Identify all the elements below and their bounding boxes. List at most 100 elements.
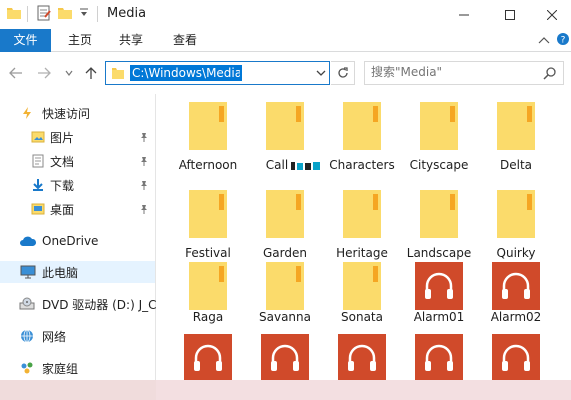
- properties-icon[interactable]: [36, 5, 52, 24]
- audio-file-item[interactable]: Alarm01: [401, 262, 477, 344]
- new-folder-icon[interactable]: [57, 5, 73, 24]
- star-icon: [20, 106, 34, 120]
- redaction-icon: [291, 162, 320, 170]
- item-name: Delta: [499, 158, 532, 172]
- item-name: Festival: [185, 246, 231, 260]
- headphones-icon[interactable]: [338, 334, 386, 380]
- folder-icon: [420, 190, 458, 238]
- pin-icon[interactable]: [139, 203, 149, 217]
- item-name: Landscape: [406, 246, 472, 260]
- nav-onedrive[interactable]: OneDrive: [0, 230, 155, 252]
- nav-this-pc[interactable]: 此电脑: [0, 261, 155, 283]
- pictures-folder-icon: [31, 130, 45, 144]
- forward-button[interactable]: [35, 64, 53, 82]
- up-button[interactable]: [82, 64, 100, 82]
- close-button[interactable]: [533, 0, 571, 29]
- item-name: Raga: [192, 310, 224, 324]
- headphones-icon[interactable]: [492, 334, 540, 380]
- recent-locations-icon[interactable]: [60, 64, 78, 82]
- documents-folder-icon: [31, 154, 45, 168]
- folder-icon: [343, 190, 381, 238]
- help-icon[interactable]: ?: [556, 32, 570, 49]
- folder-item[interactable]: Savanna: [247, 262, 323, 344]
- folder-icon: [266, 262, 304, 310]
- item-name: Savanna: [259, 310, 311, 324]
- network-icon: [20, 329, 34, 343]
- address-bar[interactable]: [105, 61, 330, 85]
- search-box[interactable]: [364, 61, 564, 85]
- pin-icon[interactable]: [139, 131, 149, 145]
- downloads-folder-icon: [31, 178, 45, 192]
- item-name: Afternoon: [178, 158, 238, 172]
- item-name: Alarm01: [413, 310, 465, 324]
- folder-item[interactable]: Heritage: [324, 190, 400, 272]
- folder-icon: [189, 190, 227, 238]
- folder-item[interactable]: Afternoon: [170, 102, 246, 184]
- bottom-overlay-left: [0, 380, 156, 400]
- nav-network[interactable]: 网络: [0, 325, 155, 347]
- folder-item[interactable]: Raga: [170, 262, 246, 344]
- tab-file[interactable]: 文件: [0, 29, 51, 52]
- svg-text:?: ?: [561, 36, 566, 46]
- item-name: Characters: [329, 158, 395, 172]
- expand-ribbon-icon[interactable]: [538, 35, 550, 49]
- title-bar: Media: [0, 0, 571, 29]
- item-name: Heritage: [336, 246, 388, 260]
- folder-icon: [6, 5, 22, 24]
- nav-documents[interactable]: 文档: [0, 150, 155, 172]
- folder-icon: [497, 190, 535, 238]
- nav-pictures[interactable]: 图片: [0, 126, 155, 148]
- folder-item[interactable]: Festival: [170, 190, 246, 272]
- maximize-button[interactable]: [487, 0, 533, 29]
- nav-label: 图片: [50, 130, 75, 145]
- minimize-button[interactable]: [441, 0, 487, 29]
- folder-item[interactable]: Characters: [324, 102, 400, 184]
- nav-label: 此电脑: [42, 265, 79, 280]
- folder-icon: [189, 262, 227, 310]
- refresh-button[interactable]: [331, 61, 355, 85]
- nav-desktop[interactable]: 桌面: [0, 198, 155, 220]
- bottom-overlay: [0, 380, 571, 400]
- folder-icon: [266, 102, 304, 150]
- folder-item[interactable]: Landscape: [401, 190, 477, 272]
- nav-label: 网络: [42, 329, 67, 344]
- search-input[interactable]: [371, 65, 531, 79]
- folder-icon: [420, 102, 458, 150]
- audio-file-item[interactable]: Alarm02: [478, 262, 554, 344]
- folder-item[interactable]: Delta: [478, 102, 554, 184]
- tab-view[interactable]: 查看: [163, 29, 207, 52]
- nav-homegroup[interactable]: 家庭组: [0, 357, 155, 379]
- tab-home[interactable]: 主页: [58, 29, 102, 52]
- pin-icon[interactable]: [139, 179, 149, 193]
- nav-quick-access[interactable]: 快速访问: [0, 102, 155, 124]
- item-name: Alarm02: [490, 310, 542, 324]
- folder-item[interactable]: Cityscape: [401, 102, 477, 184]
- customize-toolbar-icon[interactable]: [79, 7, 89, 22]
- homegroup-icon: [20, 361, 34, 375]
- headphones-icon[interactable]: [184, 334, 232, 380]
- search-icon[interactable]: [543, 66, 557, 83]
- nav-label: DVD 驱动器 (D:) J_C: [42, 297, 157, 312]
- chevron-down-icon[interactable]: [316, 67, 326, 81]
- item-name: Cityscape: [409, 158, 469, 172]
- nav-downloads[interactable]: 下载: [0, 174, 155, 196]
- navigation-pane: 快速访问 图片 文档 下载 桌面 OneDrive 此电脑 DVD 驱动器 (D…: [0, 94, 157, 380]
- tab-share[interactable]: 共享: [109, 29, 153, 52]
- headphones-icon: [415, 262, 463, 310]
- headphones-icon[interactable]: [415, 334, 463, 380]
- folder-item[interactable]: Quirky: [478, 190, 554, 272]
- back-button[interactable]: [7, 64, 25, 82]
- nav-label: 桌面: [50, 202, 75, 217]
- folder-item[interactable]: Garden: [247, 190, 323, 272]
- folder-item[interactable]: Call: [247, 102, 323, 184]
- headphones-icon[interactable]: [261, 334, 309, 380]
- pin-icon[interactable]: [139, 155, 149, 169]
- ribbon: 文件 主页 共享 查看 ?: [0, 29, 571, 52]
- desktop-folder-icon: [31, 202, 45, 216]
- headphones-icon: [492, 262, 540, 310]
- nav-dvd-drive[interactable]: DVD 驱动器 (D:) J_C: [0, 293, 157, 315]
- folder-item[interactable]: Sonata: [324, 262, 400, 344]
- dvd-drive-icon: [19, 297, 35, 311]
- folder-icon: [343, 102, 381, 150]
- address-input[interactable]: [130, 65, 242, 81]
